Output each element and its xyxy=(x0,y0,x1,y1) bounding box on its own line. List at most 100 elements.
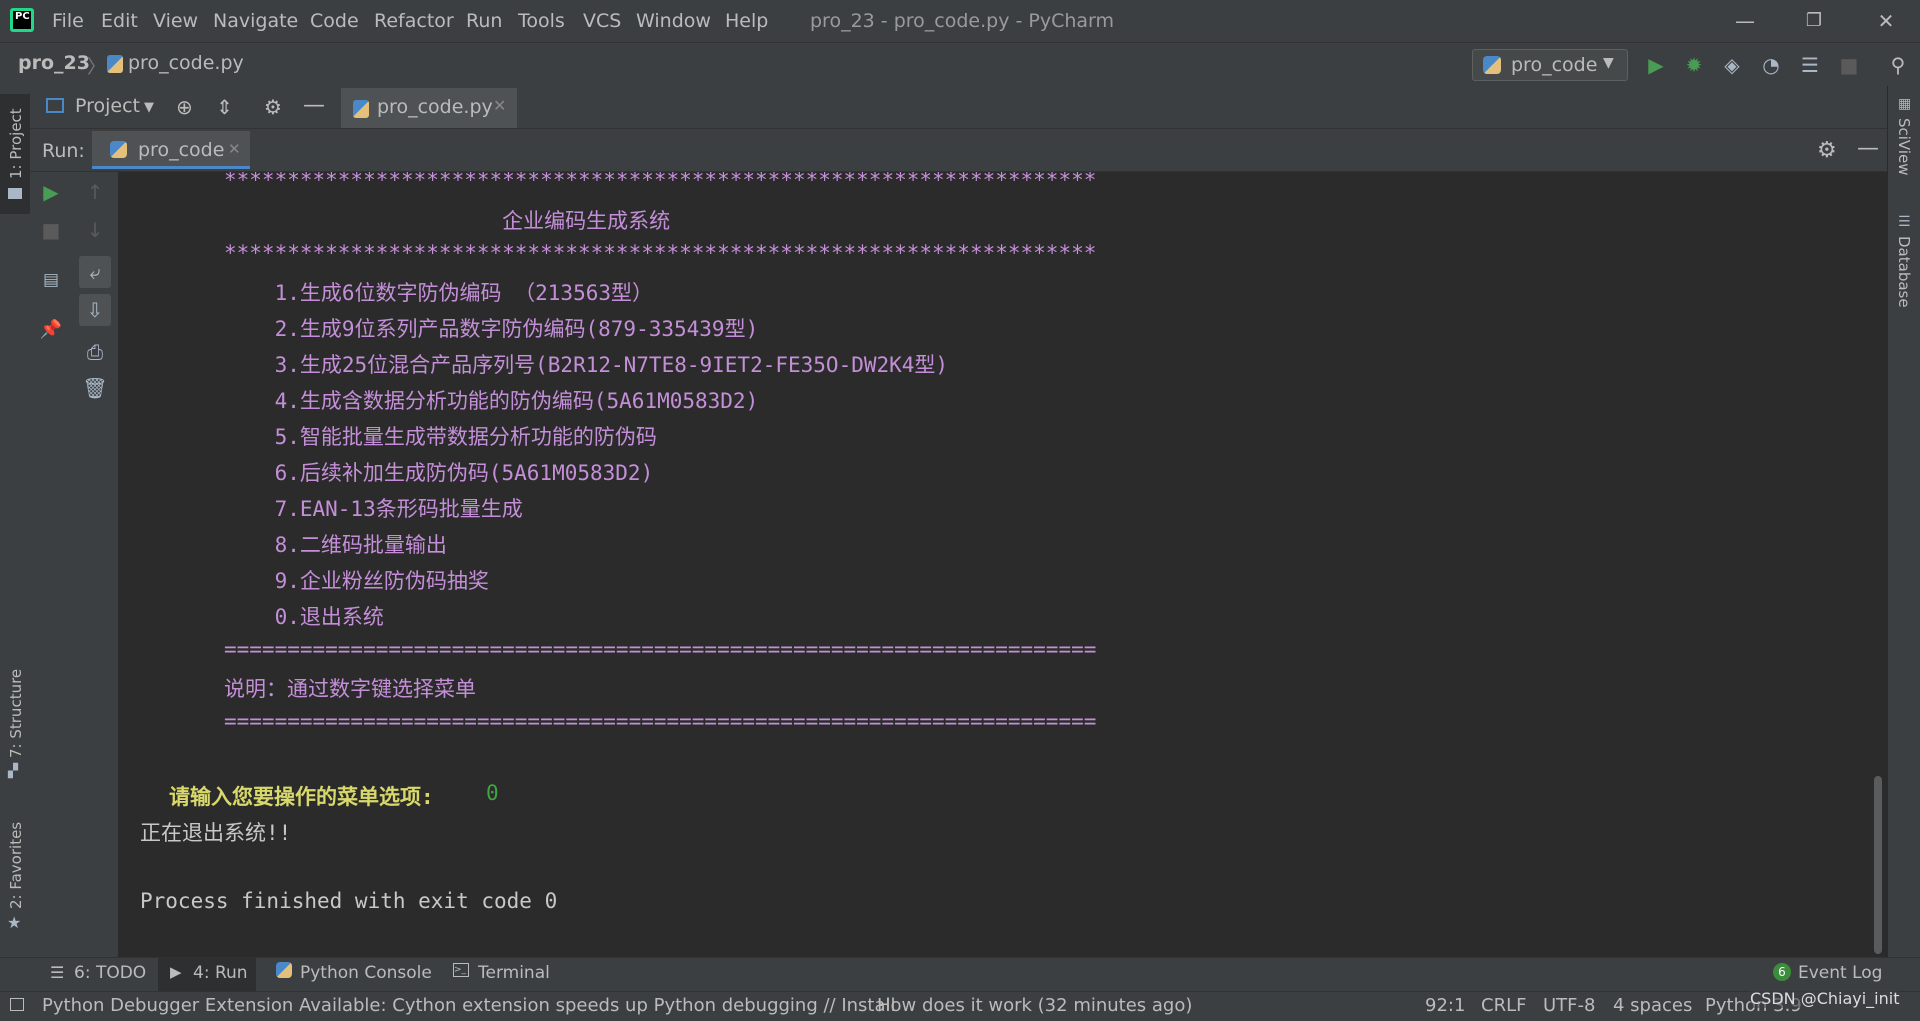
editor-tab-pro-code[interactable]: pro_code.py ✕ xyxy=(341,88,517,128)
console-line: ****************************************… xyxy=(224,241,1097,265)
console-line: 0.退出系统 xyxy=(224,605,384,629)
profile-icon[interactable]: ◔ xyxy=(1758,52,1784,78)
console-line: 企业编码生成系统 xyxy=(224,209,671,233)
project-chevron-down-icon: ▼ xyxy=(144,100,154,115)
hide-icon[interactable]: — xyxy=(303,93,325,118)
console-line: 9.企业粉丝防伪码抽奖 xyxy=(224,569,489,593)
breadcrumb-project[interactable]: pro_23 xyxy=(18,52,90,74)
terminal-icon: >_ xyxy=(453,963,469,977)
stop-run-icon[interactable]: ■ xyxy=(35,214,67,246)
breadcrumb-separator-icon: 〉 xyxy=(87,56,107,78)
restore-button[interactable]: ❐ xyxy=(1794,8,1834,34)
status-link[interactable]: How does it work (32 minutes ago) xyxy=(877,995,1192,1016)
trash-icon[interactable]: 🗑 xyxy=(79,372,111,404)
collapse-all-icon[interactable]: ⇕ xyxy=(216,95,233,119)
console-scrollbar[interactable] xyxy=(1874,776,1882,954)
menu-file[interactable]: File xyxy=(52,10,84,32)
soft-wrap-icon[interactable]: ⤶ xyxy=(79,256,111,288)
menu-help[interactable]: Help xyxy=(725,10,768,32)
toggle-tool-windows-icon[interactable] xyxy=(10,998,24,1011)
favorites-tab-label: 2: Favorites xyxy=(7,821,25,909)
menu-code[interactable]: Code xyxy=(310,10,359,32)
console-line: 6.后续补加生成防伪码(5A61M0583D2) xyxy=(224,461,654,485)
python-icon xyxy=(1483,56,1501,74)
run-hide-icon[interactable]: — xyxy=(1857,136,1879,161)
run-tab-pro-code[interactable]: pro_code ✕ xyxy=(92,131,250,169)
run-config-label: pro_code xyxy=(1511,54,1598,76)
minimize-button[interactable]: — xyxy=(1725,8,1765,34)
console-line: 说明：通过数字键选择菜单 xyxy=(224,677,476,701)
pycharm-logo-icon: PC xyxy=(10,8,34,32)
stop-icon[interactable]: ■ xyxy=(1836,52,1862,78)
run-tab-icon: ▶ xyxy=(170,963,182,981)
console-line: 2.生成9位系列产品数字防伪编码(879-335439型) xyxy=(224,317,759,341)
terminal-tab[interactable]: Terminal xyxy=(478,963,550,983)
event-log-tab[interactable]: Event Log xyxy=(1798,963,1882,983)
caret-position[interactable]: 92:1 xyxy=(1425,995,1465,1016)
menu-view[interactable]: View xyxy=(153,10,198,32)
run-configuration-select[interactable]: pro_code ▼ xyxy=(1472,49,1628,81)
close-run-tab-icon[interactable]: ✕ xyxy=(228,140,241,158)
sciview-tool-tab[interactable]: ▦ SciView xyxy=(1888,96,1920,196)
window-title: pro_23 - pro_code.py - PyCharm xyxy=(810,10,1115,32)
menu-window[interactable]: Window xyxy=(636,10,711,32)
structure-tab-label: 7: Structure xyxy=(7,668,25,758)
menu-navigate[interactable]: Navigate xyxy=(213,10,298,32)
console-line: 4.生成含数据分析功能的防伪编码(5A61M0583D2) xyxy=(224,389,759,413)
chevron-down-icon: ▼ xyxy=(1603,55,1614,71)
event-log-badge-icon: 6 xyxy=(1773,963,1791,981)
run-settings-gear-icon[interactable]: ⚙ xyxy=(1817,138,1837,163)
file-encoding[interactable]: UTF-8 xyxy=(1543,995,1595,1016)
concurrency-icon[interactable]: ☰ xyxy=(1797,52,1823,78)
console-line: 1.生成6位数字防伪编码 （213563型） xyxy=(224,281,654,305)
python-file-icon xyxy=(353,100,369,118)
layout-icon[interactable]: ▤ xyxy=(35,264,67,296)
run-tab-label: pro_code xyxy=(138,139,225,161)
python-console-tab[interactable]: Python Console xyxy=(300,963,432,983)
coverage-icon[interactable]: ◈ xyxy=(1719,52,1745,78)
left-tool-strip: 1: Project 7: Structure ▞ 2: Favorites ★ xyxy=(0,86,31,961)
scroll-to-end-icon[interactable]: ⇩ xyxy=(79,294,111,326)
csdn-watermark: CSDN @Chiayi_init xyxy=(1750,989,1900,1008)
favorites-tool-tab[interactable]: 2: Favorites ★ xyxy=(0,821,30,932)
project-tool-tab[interactable]: 1: Project xyxy=(0,94,30,214)
rerun-icon[interactable]: ▶ xyxy=(35,176,67,208)
search-icon[interactable]: ⚲ xyxy=(1885,52,1911,78)
indent-setting[interactable]: 4 spaces xyxy=(1613,995,1692,1016)
status-message[interactable]: Python Debugger Extension Available: Cyt… xyxy=(42,995,896,1016)
close-button[interactable]: ✕ xyxy=(1866,8,1906,34)
menu-refactor[interactable]: Refactor xyxy=(374,10,454,32)
down-arrow-icon[interactable]: ↓ xyxy=(79,214,111,246)
console-line: 5.智能批量生成带数据分析功能的防伪码 xyxy=(224,425,657,449)
gear-icon[interactable]: ⚙ xyxy=(264,95,282,119)
menu-run[interactable]: Run xyxy=(466,10,502,32)
todo-icon: ☰ xyxy=(50,963,65,982)
up-arrow-icon[interactable]: ↑ xyxy=(79,176,111,208)
sciview-tab-label: SciView xyxy=(1895,118,1913,176)
menu-edit[interactable]: Edit xyxy=(101,10,138,32)
menu-vcs[interactable]: VCS xyxy=(583,10,621,32)
star-icon: ★ xyxy=(7,913,22,932)
pin-icon[interactable]: 📌 xyxy=(35,314,67,346)
editor-tab-label: pro_code.py xyxy=(377,96,493,118)
breadcrumb-file[interactable]: pro_code.py xyxy=(128,52,244,74)
menu-tools[interactable]: Tools xyxy=(518,10,565,32)
structure-tool-tab[interactable]: 7: Structure ▞ xyxy=(0,666,30,779)
print-icon[interactable]: ⎙ xyxy=(79,336,111,368)
todo-tab[interactable]: 6: TODO xyxy=(74,963,146,983)
locate-icon[interactable]: ⊕ xyxy=(176,95,193,119)
database-tool-tab[interactable]: ☰ Database xyxy=(1888,214,1920,324)
line-separator[interactable]: CRLF xyxy=(1481,995,1526,1016)
database-tab-label: Database xyxy=(1895,236,1913,308)
run-tool-tab[interactable]: ▶ 4: Run xyxy=(158,958,256,991)
debug-icon[interactable]: ✹ xyxy=(1681,52,1707,78)
console-line: ========================================… xyxy=(224,637,1097,661)
run-tab-label: 4: Run xyxy=(193,963,248,983)
console-line: 8.二维码批量输出 xyxy=(224,533,447,557)
close-tab-icon[interactable]: ✕ xyxy=(493,96,506,115)
title-bar: PC File Edit View Navigate Code Refactor… xyxy=(0,0,1920,42)
project-view-select[interactable]: Project xyxy=(75,95,140,117)
process-finished-message: Process finished with exit code 0 xyxy=(140,889,558,913)
console-output[interactable]: ****************************************… xyxy=(119,172,1871,957)
run-icon[interactable]: ▶ xyxy=(1643,52,1669,78)
